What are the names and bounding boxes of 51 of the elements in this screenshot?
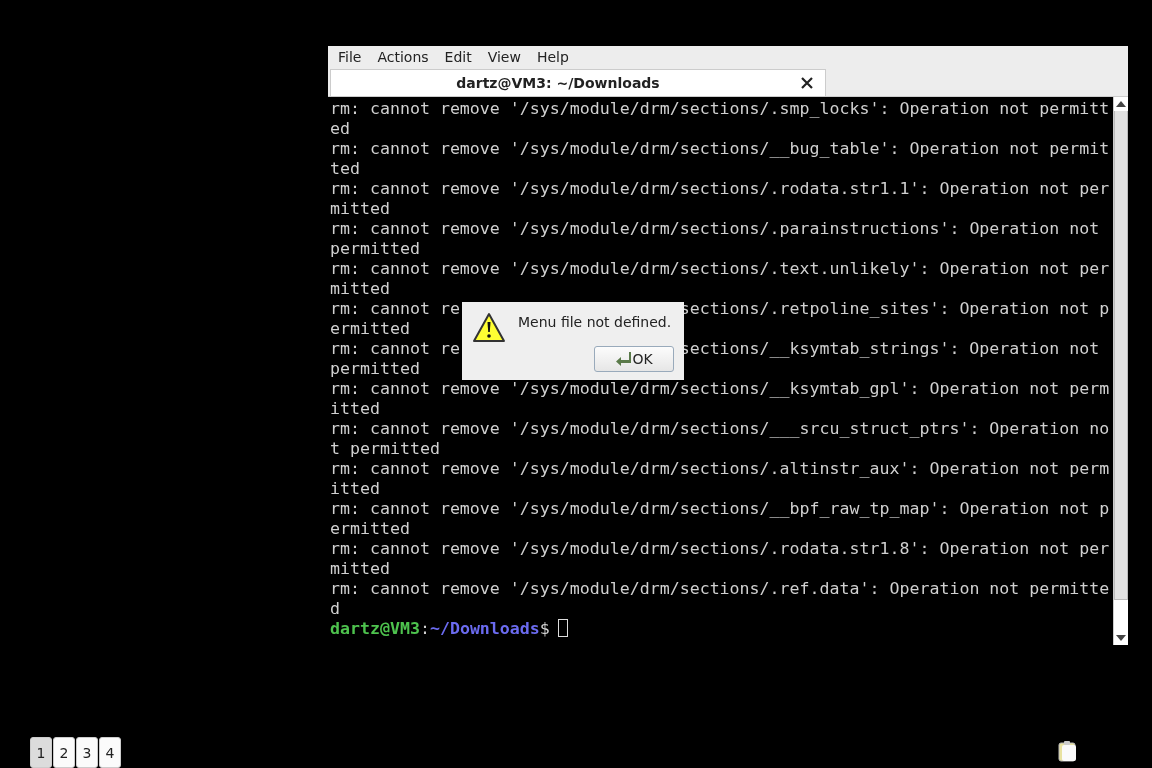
- clipboard-icon[interactable]: [1058, 740, 1078, 762]
- terminal-line: itted: [330, 401, 380, 417]
- terminal-line: ed: [330, 121, 350, 137]
- workspace-button[interactable]: 2: [53, 737, 75, 768]
- terminal-line: itted: [330, 481, 380, 497]
- workspace-button[interactable]: 4: [99, 737, 121, 768]
- terminal-line: t permitted: [330, 441, 440, 457]
- terminal-line: rm: cannot remove '/sys/module/drm/sections/.ref.data': Operation not permitte: [330, 581, 1110, 597]
- terminal-line: mitted: [330, 281, 390, 297]
- ok-button[interactable]: OK: [594, 346, 674, 372]
- terminal-line: ermitted: [330, 321, 410, 337]
- menu-item[interactable]: Help: [528, 49, 577, 65]
- terminal-line: permitted: [330, 361, 420, 377]
- text-cursor: [557, 619, 568, 637]
- prompt-path: ~/Downloads: [429, 621, 540, 637]
- dialog-message: Menu file not defined.: [518, 314, 672, 330]
- terminal-line: d: [330, 601, 340, 617]
- prompt-symbol: $: [539, 621, 550, 637]
- terminal-line: rm: cannot remove '/sys/module/drm/sections/__ksymtab_gpl': Operation not perm: [330, 381, 1110, 397]
- scroll-thumb[interactable]: [1114, 111, 1128, 600]
- terminal-line: rm: cannot remove '/sys/module/drm/sections/.altinstr_aux': Operation not perm: [330, 461, 1110, 477]
- prompt-user: dartz@VM3: [330, 621, 420, 637]
- menu-item[interactable]: View: [479, 49, 529, 65]
- terminal-line: rm: cannot remove '/sys/module/drm/sections/.rodata.str1.1': Operation not per: [330, 181, 1110, 197]
- close-icon[interactable]: [801, 77, 813, 89]
- terminal-line: mitted: [330, 561, 390, 577]
- workspace-button[interactable]: 1: [30, 737, 52, 768]
- terminal-line: rm: cannot re: [330, 341, 461, 357]
- return-arrow-icon: [615, 352, 632, 366]
- terminal-line: rm: cannot remove '/sys/module/drm/sections/.parainstructions': Operation not: [330, 221, 1100, 237]
- terminal-line: rm: cannot remove '/sys/module/drm/sections/.smp_locks': Operation not permitt: [330, 101, 1110, 117]
- warning-icon: [472, 312, 506, 343]
- terminal-line: rm: cannot remove '/sys/module/drm/sections/__bpf_raw_tp_map': Operation not p: [330, 501, 1110, 517]
- menu-item[interactable]: Edit: [436, 49, 480, 65]
- scroll-up-icon[interactable]: [1116, 101, 1126, 107]
- terminal-line: rm: cannot remove '/sys/module/drm/sections/___srcu_struct_ptrs': Operation no: [330, 421, 1110, 437]
- workspace-button[interactable]: 3: [76, 737, 98, 768]
- terminal-line: rm: cannot remove '/sys/module/drm/sections/.rodata.str1.8': Operation not per: [330, 541, 1110, 557]
- menu-item[interactable]: File: [330, 49, 370, 65]
- terminal-line: permitted: [330, 241, 420, 257]
- terminal-line: rm: cannot remove '/sys/module/drm/sections/__bug_table': Operation not permit: [330, 141, 1110, 157]
- scroll-down-icon[interactable]: [1116, 635, 1126, 641]
- terminal-tab[interactable]: dartz@VM3: ~/Downloads: [330, 69, 826, 96]
- terminal-line: rm: cannot re: [330, 301, 461, 317]
- menu-item[interactable]: Actions: [369, 49, 437, 65]
- terminal-line: ermitted: [330, 521, 410, 537]
- terminal-line: mitted: [330, 201, 390, 217]
- prompt-separator: :: [419, 621, 430, 637]
- terminal-line: ted: [330, 161, 360, 177]
- scrollbar[interactable]: [1113, 97, 1128, 645]
- terminal-line: rm: cannot remove '/sys/module/drm/sections/.text.unlikely': Operation not per: [330, 261, 1110, 277]
